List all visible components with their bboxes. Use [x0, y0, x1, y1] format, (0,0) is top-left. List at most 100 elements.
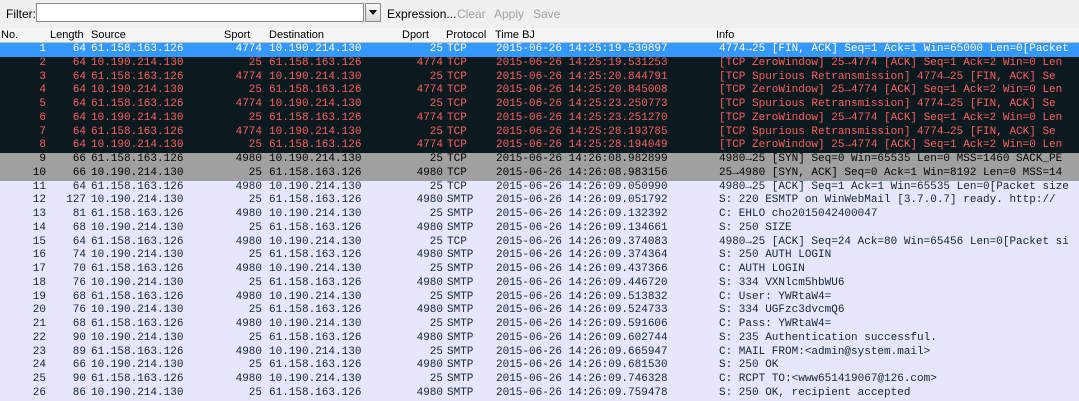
packet-number: 10 — [32, 166, 46, 179]
filter-input[interactable] — [36, 3, 364, 22]
packet-info: S: 220 ESMTP on WinWebMail [3.7.0.7] rea… — [719, 194, 1056, 207]
source-address: 61.158.163.126 — [91, 208, 184, 220]
packet-row[interactable]: 16 74 10.190.214.130 25 61.158.163.126 4980 SM… — [0, 249, 1079, 263]
packet-row[interactable]: 20 76 10.190.214.130 25 61.158.163.126 4980 SM… — [0, 304, 1079, 318]
source-address: 10.190.214.130 — [91, 331, 184, 344]
packet-number: 14 — [32, 221, 46, 234]
column-header-destination[interactable]: Destination — [269, 28, 324, 42]
protocol: TCP — [447, 43, 467, 55]
timestamp: 2015-06-26 14:25:28.194049 — [496, 139, 668, 152]
protocol: SMTP — [447, 194, 474, 207]
packet-length: 81 — [72, 208, 86, 220]
source-address: 10.190.214.130 — [91, 359, 184, 372]
packet-row[interactable]: 1 64 61.158.163.126 4774 10.190.214.130 25 TCP… — [0, 43, 1079, 57]
protocol: SMTP — [447, 290, 474, 303]
protocol: TCP — [447, 153, 467, 165]
packet-row[interactable]: 25 90 61.158.163.126 4980 10.190.214.130 25 SM… — [0, 373, 1079, 387]
timestamp: 2015-06-26 14:26:08.983156 — [496, 166, 668, 179]
destination-port: 4774 — [416, 111, 443, 124]
packet-row[interactable]: 11 64 61.158.163.126 4980 10.190.214.130 25 TC… — [0, 180, 1079, 195]
packet-row[interactable]: 17 70 61.158.163.126 4980 10.190.214.130 25 SM… — [0, 263, 1079, 277]
source-address: 61.158.163.126 — [91, 345, 184, 358]
packet-info: [TCP ZeroWindow] 25→4774 [ACK] Seq=1 Ack… — [719, 111, 1063, 124]
protocol: SMTP — [447, 221, 474, 234]
column-header-sport[interactable]: Sport — [224, 28, 250, 42]
destination-port: 25 — [429, 263, 443, 275]
column-header-source[interactable]: Source — [91, 28, 126, 42]
timestamp: 2015-06-26 14:26:09.051792 — [496, 194, 668, 207]
packet-row[interactable]: 3 64 61.158.163.126 4774 10.190.214.130 25 TCP… — [0, 70, 1079, 85]
packet-length: 68 — [72, 318, 86, 330]
destination-address: 10.190.214.130 — [269, 98, 362, 110]
packet-number: 3 — [39, 70, 46, 83]
source-address: 10.190.214.130 — [91, 111, 184, 124]
source-port: 4980 — [235, 318, 262, 330]
timestamp: 2015-06-26 14:26:09.602744 — [496, 331, 668, 344]
destination-port: 4980 — [416, 304, 443, 317]
destination-port: 4980 — [416, 276, 443, 289]
destination-address: 61.158.163.126 — [269, 139, 362, 152]
packet-row[interactable]: 14 68 10.190.214.130 25 61.158.163.126 4980 SM… — [0, 221, 1079, 236]
source-address: 10.190.214.130 — [91, 139, 184, 152]
packet-row[interactable]: 13 81 61.158.163.126 4980 10.190.214.130 25 SM… — [0, 208, 1079, 222]
expression-button[interactable]: Expression... — [387, 7, 456, 21]
source-port: 4774 — [235, 70, 262, 83]
packet-row[interactable]: 12 127 10.190.214.130 25 61.158.163.126 4980 S… — [0, 194, 1079, 208]
source-port: 25 — [248, 276, 262, 289]
protocol: TCP — [447, 166, 467, 179]
packet-length: 64 — [72, 139, 86, 152]
packet-info: S: 235 Authentication successful. — [719, 331, 937, 344]
packet-row[interactable]: 2 64 10.190.214.130 25 61.158.163.126 4774 TCP… — [0, 56, 1079, 71]
packet-row[interactable]: 10 66 10.190.214.130 25 61.158.163.126 4980 TC… — [0, 166, 1079, 181]
packet-number: 1 — [39, 43, 46, 55]
packet-row[interactable]: 9 66 61.158.163.126 4980 10.190.214.130 25 TCP… — [0, 153, 1079, 167]
packet-row[interactable]: 23 89 61.158.163.126 4980 10.190.214.130 25 SM… — [0, 345, 1079, 360]
column-header-no[interactable]: No. — [1, 28, 18, 42]
packet-list: 1 64 61.158.163.126 4774 10.190.214.130 25 TCP… — [0, 43, 1079, 401]
column-header-dport[interactable]: Dport — [402, 28, 429, 42]
column-header-info[interactable]: Info — [716, 28, 734, 42]
destination-address: 61.158.163.126 — [269, 386, 362, 399]
filter-history-dropdown[interactable] — [365, 3, 381, 22]
destination-port: 4980 — [416, 386, 443, 399]
packet-row[interactable]: 18 76 10.190.214.130 25 61.158.163.126 4980 SM… — [0, 276, 1079, 291]
source-port: 25 — [248, 359, 262, 372]
packet-info: [TCP ZeroWindow] 25→4774 [ACK] Seq=1 Ack… — [719, 84, 1063, 97]
protocol: TCP — [447, 84, 467, 97]
clear-button[interactable]: Clear — [457, 7, 486, 21]
destination-address: 61.158.163.126 — [269, 359, 362, 372]
packet-row[interactable]: 8 64 10.190.214.130 25 61.158.163.126 4774 TCP… — [0, 139, 1079, 153]
source-address: 10.190.214.130 — [91, 194, 184, 207]
destination-port: 4774 — [416, 139, 443, 152]
packet-row[interactable]: 15 64 61.158.163.126 4980 10.190.214.130 25 TC… — [0, 235, 1079, 250]
packet-row[interactable]: 24 66 10.190.214.130 25 61.158.163.126 4980 SM… — [0, 359, 1079, 373]
packet-info: C: MAIL FROM:<admin@system.mail> — [719, 345, 931, 358]
packet-row[interactable]: 21 68 61.158.163.126 4980 10.190.214.130 25 SM… — [0, 318, 1079, 332]
packet-row[interactable]: 6 64 10.190.214.130 25 61.158.163.126 4774 TCP… — [0, 111, 1079, 126]
apply-button[interactable]: Apply — [494, 7, 524, 21]
packet-length: 90 — [72, 373, 86, 385]
packet-length: 66 — [72, 153, 86, 165]
filter-toolbar: Filter: Expression... Clear Apply Save — [0, 0, 1079, 29]
source-port: 4980 — [235, 290, 262, 303]
save-button[interactable]: Save — [533, 7, 560, 21]
source-address: 61.158.163.126 — [91, 98, 184, 110]
protocol: TCP — [447, 180, 467, 193]
packet-row[interactable]: 4 64 10.190.214.130 25 61.158.163.126 4774 TCP… — [0, 84, 1079, 98]
packet-row[interactable]: 7 64 61.158.163.126 4774 10.190.214.130 25 TCP… — [0, 125, 1079, 140]
packet-length: 64 — [72, 98, 86, 110]
packet-number: 6 — [39, 111, 46, 124]
timestamp: 2015-06-26 14:26:09.374364 — [496, 249, 668, 262]
column-header-protocol[interactable]: Protocol — [446, 28, 486, 42]
packet-row[interactable]: 19 68 61.158.163.126 4980 10.190.214.130 25 SM… — [0, 290, 1079, 305]
source-address: 61.158.163.126 — [91, 318, 184, 330]
packet-info: S: 250 AUTH LOGIN — [719, 249, 832, 262]
column-header-length[interactable]: Length — [50, 28, 84, 42]
destination-address: 61.158.163.126 — [269, 166, 362, 179]
packet-row[interactable]: 26 86 10.190.214.130 25 61.158.163.126 4980 SM… — [0, 386, 1079, 401]
packet-row[interactable]: 22 90 10.190.214.130 25 61.158.163.126 4980 SM… — [0, 331, 1079, 346]
packet-row[interactable]: 5 64 61.158.163.126 4774 10.190.214.130 25 TCP… — [0, 98, 1079, 112]
column-header-time[interactable]: Time BJ — [495, 28, 535, 42]
protocol: SMTP — [447, 249, 474, 262]
source-port: 4774 — [235, 43, 262, 55]
